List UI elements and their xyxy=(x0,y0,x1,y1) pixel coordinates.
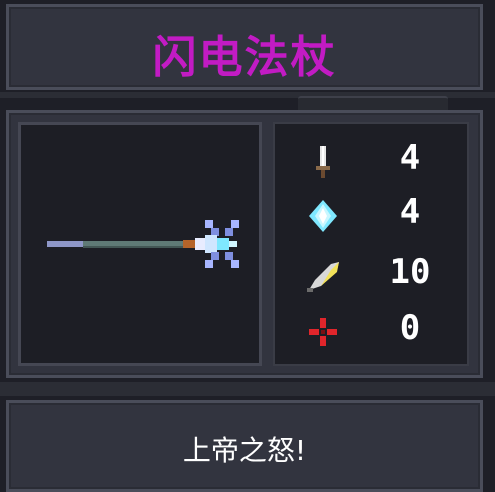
crosshair-icon xyxy=(309,318,337,346)
sword-icon xyxy=(316,146,330,178)
stat-energy: 4 xyxy=(275,190,471,240)
stat-spread: 0 xyxy=(275,306,471,356)
stat-spread-value: 0 xyxy=(399,308,421,348)
stat-damage: 4 xyxy=(275,136,471,186)
stat-energy-value: 4 xyxy=(399,192,421,232)
lightning-staff-icon xyxy=(47,220,239,268)
title-panel: 闪电法杖 xyxy=(6,4,483,90)
crystal-icon xyxy=(309,200,337,232)
seam-bottom xyxy=(0,382,495,396)
weapon-preview xyxy=(18,122,262,366)
item-title: 闪电法杖 xyxy=(152,32,337,83)
stat-crit: 10 xyxy=(275,250,471,300)
feather-icon xyxy=(307,262,339,292)
stat-crit-value: 10 xyxy=(389,252,431,292)
stat-damage-value: 4 xyxy=(399,138,421,178)
description-panel: 上帝之怒! xyxy=(6,400,483,492)
stats-panel: 4 4 10 0 xyxy=(273,122,469,366)
item-description: 上帝之怒! xyxy=(182,434,307,467)
